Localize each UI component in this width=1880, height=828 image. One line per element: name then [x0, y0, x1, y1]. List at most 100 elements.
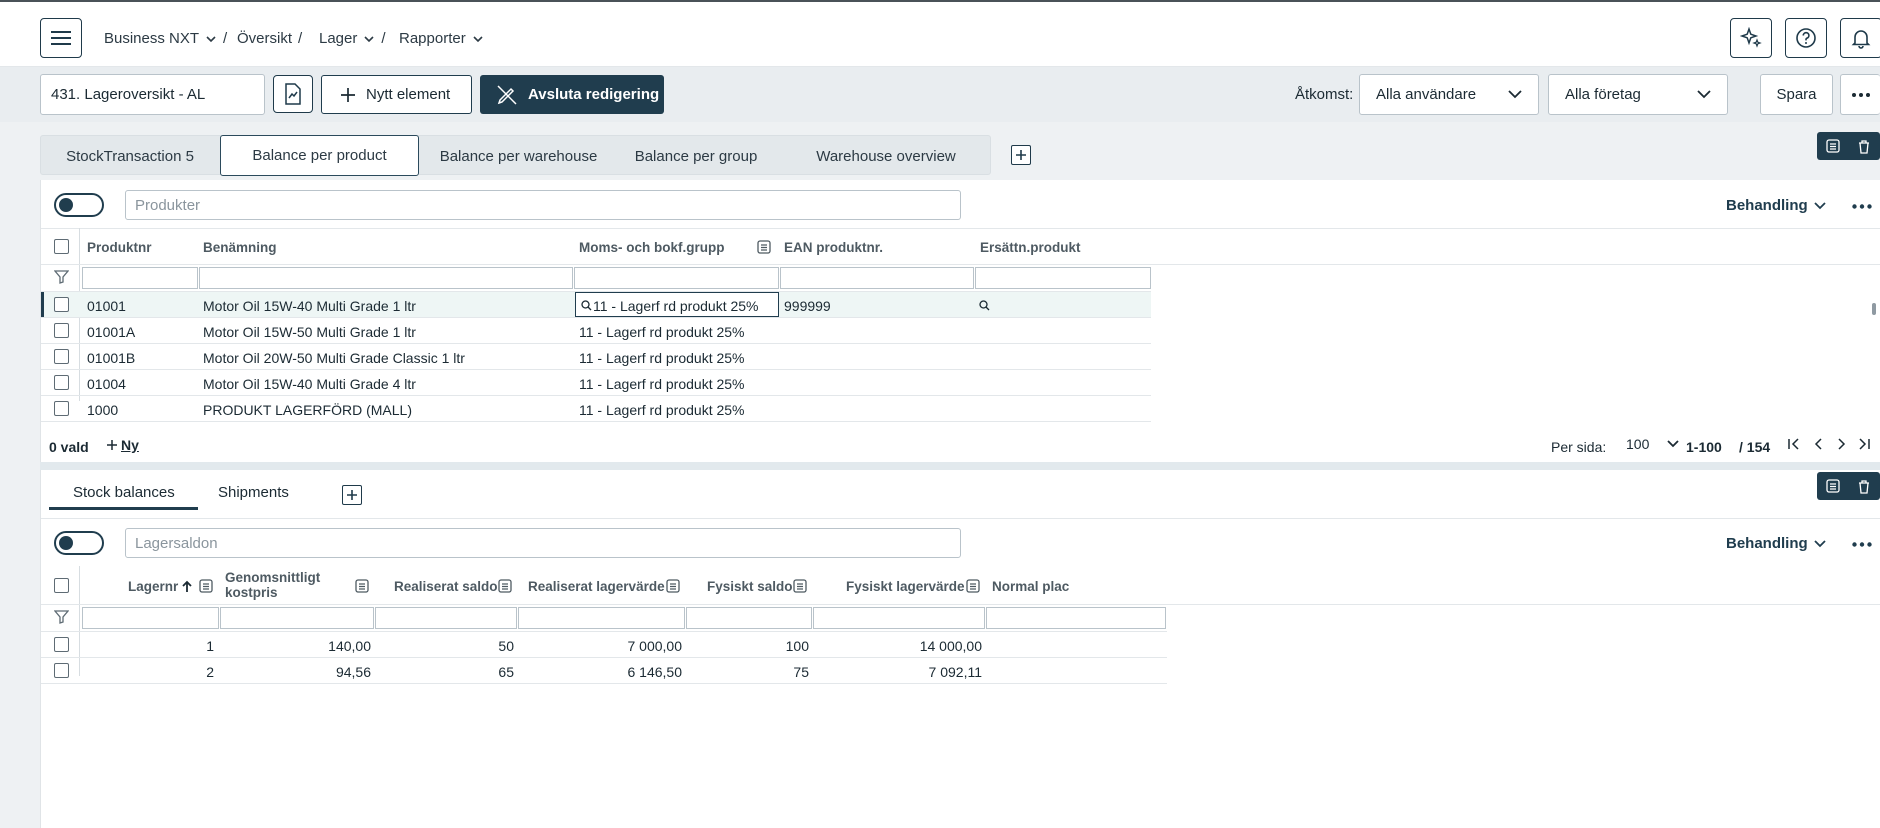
row-checkbox[interactable]	[54, 663, 69, 678]
tab-stocktransaction[interactable]: StockTransaction 5	[41, 136, 219, 176]
chart-button[interactable]	[273, 75, 313, 113]
row-checkbox[interactable]	[54, 297, 69, 312]
filter-icon[interactable]	[54, 610, 69, 624]
column-header-lagernr[interactable]: Lagernr	[128, 579, 192, 594]
plus-icon	[347, 490, 357, 500]
breadcrumb-business[interactable]: Business NXT /	[104, 30, 227, 47]
notifications-button[interactable]	[1840, 18, 1880, 58]
hamburger-menu-button[interactable]	[40, 18, 82, 58]
filter-input[interactable]	[518, 607, 685, 629]
prev-page-icon[interactable]	[1812, 437, 1826, 451]
filter-input[interactable]	[82, 607, 219, 629]
companies-select[interactable]: Alla företag	[1548, 74, 1728, 115]
filter-input[interactable]	[82, 267, 198, 289]
tab-balance-per-group[interactable]: Balance per group	[616, 136, 776, 176]
breadcrumb-lager[interactable]: Lager /	[319, 30, 386, 47]
users-select[interactable]: Alla användare	[1359, 74, 1539, 115]
behandling-menu[interactable]: Behandling	[1726, 535, 1826, 552]
first-page-icon[interactable]	[1787, 437, 1801, 451]
column-menu-icon[interactable]	[199, 579, 213, 593]
more-dots-icon[interactable]	[1852, 542, 1872, 547]
balances-search-input[interactable]: Lagersaldon	[125, 528, 961, 558]
column-menu-icon[interactable]	[793, 579, 807, 593]
column-header[interactable]: Benämning	[203, 240, 277, 255]
divider	[41, 518, 1880, 519]
column-header[interactable]: Realiserat saldo	[394, 579, 498, 594]
scroll-thumb[interactable]	[1872, 303, 1876, 315]
breadcrumb-oversikt[interactable]: Översikt /	[237, 30, 302, 47]
tab-balance-per-product[interactable]: Balance per product	[220, 135, 419, 176]
select-all-checkbox[interactable]	[54, 578, 69, 593]
filter-input[interactable]	[780, 267, 974, 289]
page-total: / 154	[1739, 439, 1771, 455]
new-row-button[interactable]: Ny	[106, 437, 139, 453]
column-menu-icon[interactable]	[355, 579, 369, 593]
end-editing-button[interactable]: Avsluta redigering	[480, 75, 664, 114]
filter-input[interactable]	[574, 267, 779, 289]
panel-splitter[interactable]	[40, 462, 1880, 470]
column-header[interactable]: Fysiskt saldo	[707, 579, 793, 594]
column-menu-icon[interactable]	[666, 579, 680, 593]
filter-input[interactable]	[975, 267, 1151, 289]
add-tab-button[interactable]	[342, 485, 362, 505]
tab-shipments[interactable]: Shipments	[218, 484, 289, 501]
breadcrumb-rapporter[interactable]: Rapporter	[399, 30, 484, 47]
trash-icon[interactable]	[1857, 139, 1871, 154]
column-menu-icon[interactable]	[757, 240, 771, 254]
add-tab-button[interactable]	[1011, 145, 1031, 165]
search-icon[interactable]	[581, 300, 592, 311]
column-header[interactable]: Fysiskt lagervärde	[846, 579, 965, 594]
next-page-icon[interactable]	[1834, 437, 1848, 451]
average-cost: 140,00	[328, 638, 371, 654]
element-actions-bottom	[1817, 472, 1880, 500]
select-all-checkbox[interactable]	[54, 239, 69, 254]
column-header[interactable]: Normal plac	[992, 579, 1069, 594]
more-options-button[interactable]	[1840, 74, 1880, 115]
last-page-icon[interactable]	[1857, 437, 1871, 451]
divider	[41, 264, 1880, 265]
column-header[interactable]: Produktnr	[87, 240, 152, 255]
app-window: Business NXT / Översikt / Lager / Rappor…	[0, 0, 1880, 828]
row-checkbox[interactable]	[54, 637, 69, 652]
new-element-button[interactable]: Nytt element	[321, 75, 472, 114]
filter-input[interactable]	[199, 267, 573, 289]
tab-stock-balances[interactable]: Stock balances	[73, 484, 175, 501]
column-header[interactable]: EAN produktnr.	[784, 240, 883, 255]
filter-toggle[interactable]	[54, 531, 104, 555]
filter-input[interactable]	[375, 607, 517, 629]
row-checkbox[interactable]	[54, 323, 69, 338]
help-button[interactable]	[1785, 18, 1827, 58]
search-icon[interactable]	[979, 300, 990, 311]
column-header[interactable]: Realiserat lagervärde	[528, 579, 665, 594]
tab-warehouse-overview[interactable]: Warehouse overview	[786, 136, 986, 176]
behandling-menu[interactable]: Behandling	[1726, 197, 1826, 214]
vertical-scrollbar[interactable]	[1871, 268, 1877, 428]
filter-toggle[interactable]	[54, 193, 104, 217]
list-icon[interactable]	[1826, 479, 1840, 493]
tab-balance-per-warehouse[interactable]: Balance per warehouse	[431, 136, 606, 176]
filter-input[interactable]	[813, 607, 985, 629]
column-header[interactable]: Genomsnittligt kostpris	[225, 570, 335, 600]
row-checkbox[interactable]	[54, 401, 69, 416]
trash-icon[interactable]	[1857, 479, 1871, 494]
column-header[interactable]: Moms- och bokf.grupp	[579, 240, 725, 255]
column-menu-icon[interactable]	[498, 579, 512, 593]
column-header[interactable]: Ersättn.produkt	[980, 240, 1081, 255]
row-checkbox[interactable]	[54, 375, 69, 390]
save-button[interactable]: Spara	[1760, 74, 1833, 115]
per-page-select[interactable]: 100	[1626, 436, 1679, 452]
row-checkbox[interactable]	[54, 349, 69, 364]
filter-input[interactable]	[986, 607, 1166, 629]
filter-input[interactable]	[220, 607, 374, 629]
column-menu-icon[interactable]	[966, 579, 980, 593]
chevron-down-icon	[1697, 90, 1711, 99]
ai-assistant-button[interactable]	[1730, 18, 1772, 58]
more-dots-icon[interactable]	[1852, 204, 1872, 209]
report-name-field[interactable]: 431. Lageroversikt - AL	[40, 74, 265, 115]
filter-icon[interactable]	[54, 270, 69, 284]
filter-input[interactable]	[686, 607, 812, 629]
products-search-input[interactable]: Produkter	[125, 190, 961, 220]
element-actions-top	[1817, 132, 1880, 160]
list-icon[interactable]	[1826, 139, 1840, 153]
report-tabs: StockTransaction 5 Balance per product B…	[40, 135, 991, 176]
